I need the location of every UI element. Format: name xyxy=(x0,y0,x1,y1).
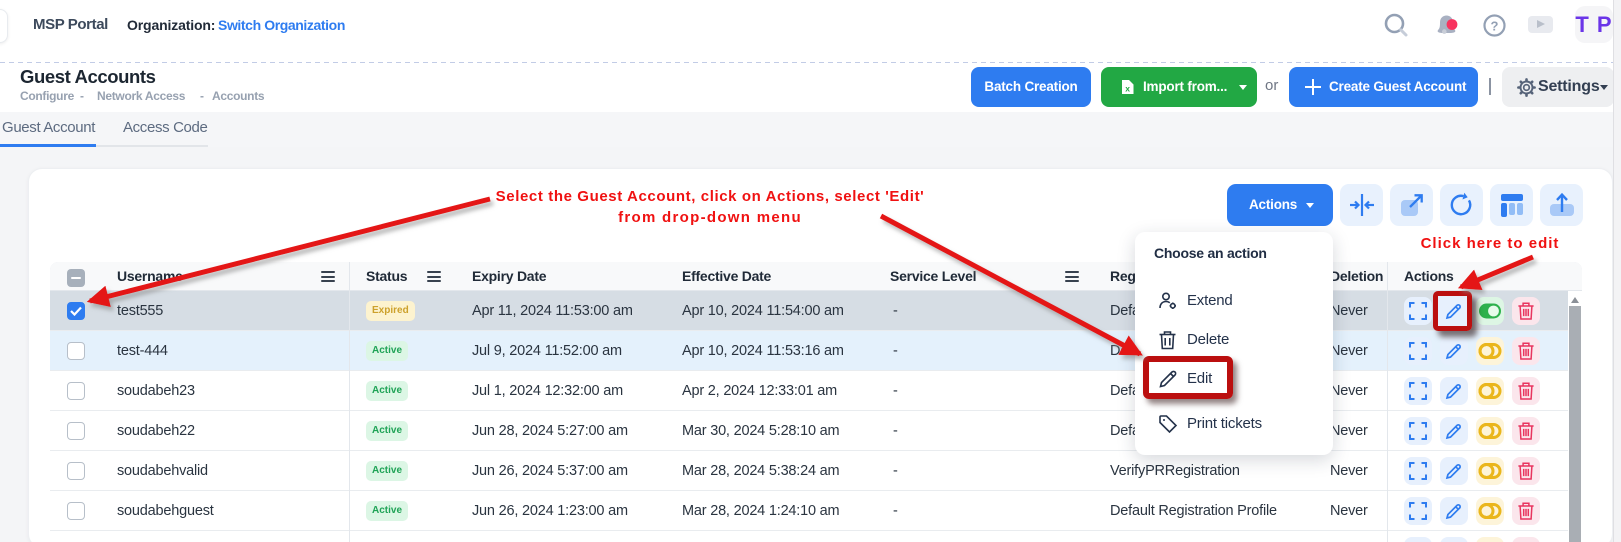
svg-text:x: x xyxy=(1125,84,1130,94)
svg-text:?: ? xyxy=(1491,18,1499,33)
